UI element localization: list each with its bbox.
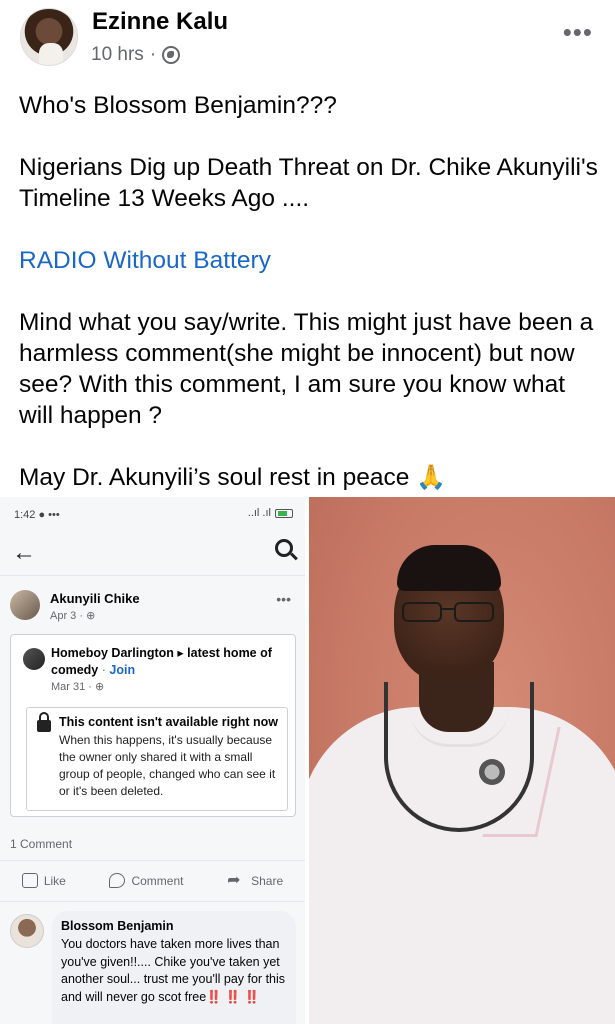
- post-paragraph: Who's Blossom Benjamin???: [19, 92, 337, 119]
- commenter-avatar: [10, 914, 44, 948]
- screenshot-image[interactable]: 1:42 ● ••• ..ıl .ıl ← Akunyili Chike Apr…: [0, 497, 305, 1024]
- meta-separator: ·: [149, 44, 157, 65]
- shared-title: Homeboy Darlington ▸ latest home of come…: [51, 646, 272, 677]
- like-action: Like: [21, 873, 66, 888]
- author-avatar[interactable]: [20, 8, 78, 66]
- poster-avatar: [10, 590, 40, 620]
- post-meta: 10 hrs ·: [91, 44, 181, 66]
- comment-count: 1 Comment: [10, 837, 73, 851]
- status-bar-time: 1:42 ● •••: [14, 509, 60, 521]
- post-paragraph-text: May Dr. Akunyili’s soul rest in peace: [19, 464, 410, 491]
- battery-icon: [275, 508, 293, 518]
- notice-title: This content isn't available right now: [59, 715, 278, 729]
- content-unavailable-notice: This content isn't available right now W…: [26, 707, 288, 811]
- more-options-icon[interactable]: •••: [563, 19, 593, 45]
- globe-icon: [162, 46, 181, 64]
- post-paragraph: Nigerians Dig up Death Threat on Dr. Chi…: [19, 154, 598, 212]
- author-name[interactable]: Ezinne Kalu: [92, 8, 228, 36]
- action-bar: Like Comment Share: [0, 870, 305, 890]
- share-icon: [227, 870, 245, 890]
- share-action: Share: [227, 870, 283, 890]
- post-paragraph-last: May Dr. Akunyili’s soul rest in peace 🙏: [19, 462, 599, 493]
- hair: [397, 545, 501, 591]
- post-header: Ezinne Kalu 10 hrs · •••: [0, 0, 615, 80]
- divider: [0, 901, 305, 902]
- comment-text: You doctors have taken more lives than y…: [61, 937, 286, 1004]
- arrow-icon: ▸: [177, 646, 184, 660]
- glasses: [402, 602, 498, 624]
- stethoscope-chestpiece: [479, 759, 505, 785]
- thumbs-up-icon: [21, 873, 38, 888]
- poster-date: Apr 3 · ⊕: [50, 610, 96, 622]
- comment-icon: [109, 873, 126, 888]
- poster-name: Akunyili Chike: [50, 591, 140, 606]
- divider: [0, 860, 305, 861]
- stethoscope: [384, 682, 534, 832]
- double-exclamation-icon: ‼️ ‼️ ‼️: [206, 989, 260, 1004]
- post-time[interactable]: 10 hrs: [91, 44, 144, 66]
- comment-bubble: Blossom Benjamin You doctors have taken …: [52, 911, 296, 1024]
- post-paragraph: Mind what you say/write. This might just…: [19, 309, 594, 429]
- search-icon: [275, 539, 293, 557]
- portrait-photo[interactable]: [309, 497, 615, 1024]
- post-images[interactable]: 1:42 ● ••• ..ıl .ıl ← Akunyili Chike Apr…: [0, 497, 615, 1024]
- shared-date: Mar 31 · ⊕: [51, 681, 105, 693]
- comment-action: Comment: [109, 873, 183, 888]
- post-link[interactable]: RADIO Without Battery: [19, 245, 599, 276]
- post-more-icon: •••: [276, 591, 291, 607]
- post-body: Who's Blossom Benjamin??? Nigerians Dig …: [19, 90, 599, 524]
- back-arrow-icon: ←: [12, 539, 36, 566]
- status-bar-signal: ..ıl .ıl: [248, 507, 293, 519]
- shared-post-card: Homeboy Darlington ▸ latest home of come…: [10, 634, 296, 817]
- shared-avatar: [23, 648, 45, 670]
- divider: [0, 575, 305, 576]
- praying-hands-icon: 🙏: [416, 464, 447, 491]
- lock-icon: [37, 712, 51, 732]
- commenter-name: Blossom Benjamin: [61, 919, 174, 933]
- notice-body: When this happens, it's usually because …: [59, 733, 276, 798]
- join-link: Join: [109, 663, 136, 677]
